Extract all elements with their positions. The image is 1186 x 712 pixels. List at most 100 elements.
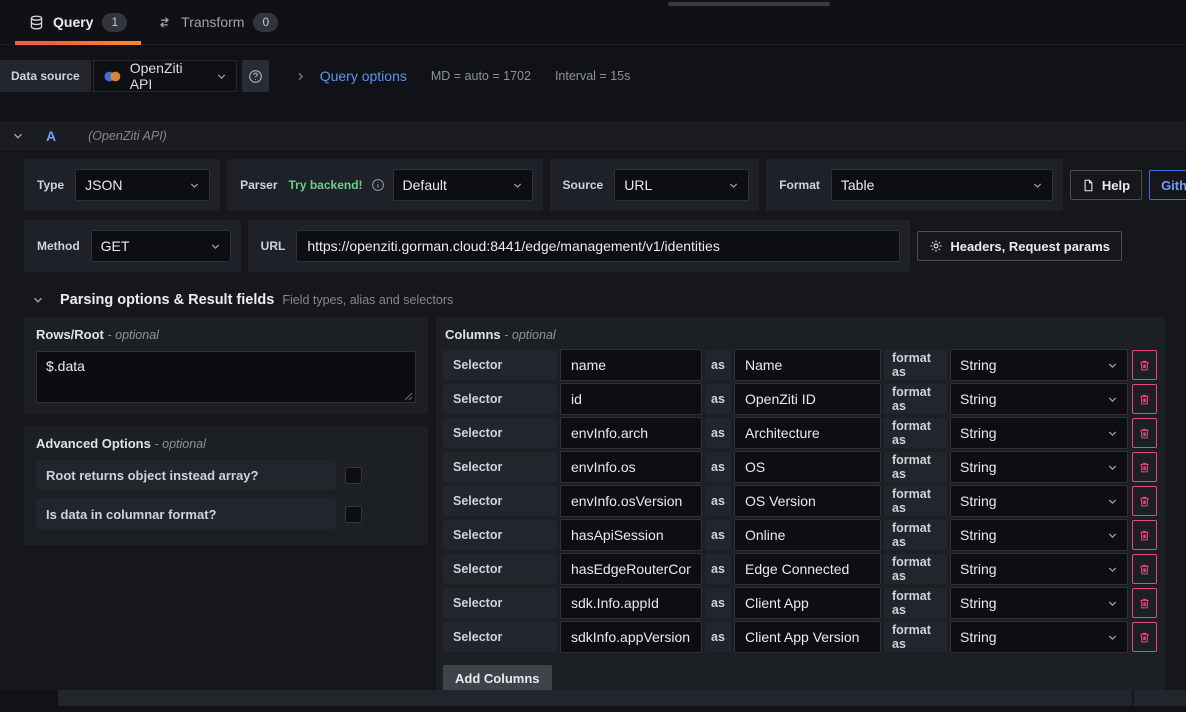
delete-column-button[interactable] — [1132, 418, 1157, 448]
column-selector-input[interactable] — [560, 417, 702, 449]
column-format-select[interactable]: String — [950, 349, 1128, 381]
trash-icon — [1138, 597, 1151, 610]
delete-column-button[interactable] — [1132, 486, 1157, 516]
column-row: Selector as format as String — [443, 452, 1158, 482]
query-toolbar: Data source OpenZiti API Query options M… — [0, 60, 1186, 92]
columnar-format-checkbox[interactable] — [345, 506, 362, 523]
bottom-panel-edge — [58, 690, 1186, 706]
datasource-name: OpenZiti API — [130, 60, 208, 92]
column-format-select[interactable]: String — [950, 587, 1128, 619]
delete-column-button[interactable] — [1132, 588, 1157, 618]
url-field-group: URL — [248, 220, 911, 272]
column-selector-input[interactable] — [560, 621, 702, 653]
advanced-options-optional: - optional — [154, 437, 205, 451]
tab-transform[interactable]: Transform 0 — [142, 0, 293, 44]
format-select[interactable]: Table — [831, 169, 1053, 201]
column-format-label: format as — [884, 588, 947, 618]
column-row: Selector as format as String — [443, 622, 1158, 652]
column-format-label: format as — [884, 350, 947, 380]
info-circle-icon[interactable] — [371, 178, 385, 192]
chevron-down-icon — [1107, 496, 1118, 507]
column-format-select[interactable]: String — [950, 451, 1128, 483]
github-button[interactable]: Github — [1149, 170, 1186, 200]
type-field-group: Type JSON — [24, 159, 220, 211]
document-icon — [1082, 179, 1095, 192]
column-as-label: as — [705, 452, 731, 482]
trash-icon — [1138, 393, 1151, 406]
column-alias-input[interactable] — [734, 587, 881, 619]
trash-icon — [1138, 495, 1151, 508]
delete-column-button[interactable] — [1132, 520, 1157, 550]
column-alias-input[interactable] — [734, 383, 881, 415]
column-format-select-value: String — [960, 493, 997, 509]
column-format-select-value: String — [960, 391, 997, 407]
column-selector-input[interactable] — [560, 485, 702, 517]
column-format-select[interactable]: String — [950, 621, 1128, 653]
column-format-select[interactable]: String — [950, 485, 1128, 517]
columns-panel: Columns - optional Selector as format as… — [436, 317, 1165, 690]
editor-tabbar: Query 1 Transform 0 — [0, 0, 1186, 45]
rows-root-optional: - optional — [108, 328, 159, 342]
column-format-select-value: String — [960, 527, 997, 543]
column-selector-input[interactable] — [560, 451, 702, 483]
column-format-select[interactable]: String — [950, 383, 1128, 415]
column-format-label: format as — [884, 554, 947, 584]
collapse-chevron-icon — [32, 294, 44, 306]
url-input[interactable] — [296, 230, 900, 262]
column-format-select-value: String — [960, 425, 997, 441]
headers-params-button[interactable]: Headers, Request params — [917, 231, 1122, 261]
rows-root-title: Rows/Root — [36, 327, 104, 342]
method-select[interactable]: GET — [91, 230, 231, 262]
type-select[interactable]: JSON — [75, 169, 210, 201]
rows-root-textarea[interactable] — [36, 351, 416, 403]
column-alias-input[interactable] — [734, 553, 881, 585]
help-button[interactable]: Help — [1070, 170, 1142, 200]
column-selector-input[interactable] — [560, 553, 702, 585]
panel-resize-handle[interactable] — [668, 2, 830, 6]
column-format-select[interactable]: String — [950, 553, 1128, 585]
column-selector-input[interactable] — [560, 349, 702, 381]
tab-query[interactable]: Query 1 — [14, 0, 142, 44]
column-format-select[interactable]: String — [950, 519, 1128, 551]
add-columns-button[interactable]: Add Columns — [443, 665, 552, 690]
column-alias-input[interactable] — [734, 417, 881, 449]
column-format-label: format as — [884, 384, 947, 414]
column-alias-input[interactable] — [734, 349, 881, 381]
parsing-section-header[interactable]: Parsing options & Result fields Field ty… — [32, 292, 1165, 308]
trash-icon — [1138, 529, 1151, 542]
column-selector-label: Selector — [443, 554, 557, 584]
datasource-help-button[interactable] — [242, 60, 269, 92]
method-field-group: Method GET — [24, 220, 241, 272]
query-options-link[interactable]: Query options — [320, 68, 407, 84]
query-row-header[interactable]: A (OpenZiti API) — [0, 121, 1186, 151]
datasource-picker[interactable]: OpenZiti API — [93, 60, 237, 92]
column-selector-input[interactable] — [560, 587, 702, 619]
column-format-select-value: String — [960, 595, 997, 611]
column-alias-input[interactable] — [734, 621, 881, 653]
delete-column-button[interactable] — [1132, 350, 1157, 380]
delete-column-button[interactable] — [1132, 384, 1157, 414]
delete-column-button[interactable] — [1132, 554, 1157, 584]
source-select[interactable]: URL — [614, 169, 749, 201]
delete-column-button[interactable] — [1132, 622, 1157, 652]
root-returns-object-checkbox[interactable] — [345, 467, 362, 484]
options-field-row: Type JSON Parser Try backend! Default — [24, 159, 1165, 211]
gear-icon — [929, 239, 943, 253]
column-selector-input[interactable] — [560, 519, 702, 551]
column-format-label: format as — [884, 622, 947, 652]
column-row: Selector as format as String — [443, 486, 1158, 516]
delete-column-button[interactable] — [1132, 452, 1157, 482]
column-format-select[interactable]: String — [950, 417, 1128, 449]
column-selector-input[interactable] — [560, 383, 702, 415]
chevron-down-icon — [1107, 598, 1118, 609]
parser-select[interactable]: Default — [393, 169, 533, 201]
trash-icon — [1138, 631, 1151, 644]
column-selector-label: Selector — [443, 418, 557, 448]
left-panel-column: Rows/Root - optional Advanced Options - … — [24, 317, 428, 545]
column-alias-input[interactable] — [734, 519, 881, 551]
column-alias-input[interactable] — [734, 451, 881, 483]
column-format-select-value: String — [960, 629, 997, 645]
column-selector-label: Selector — [443, 486, 557, 516]
column-alias-input[interactable] — [734, 485, 881, 517]
request-field-row: Method GET URL Headers, Request params — [24, 220, 1165, 272]
